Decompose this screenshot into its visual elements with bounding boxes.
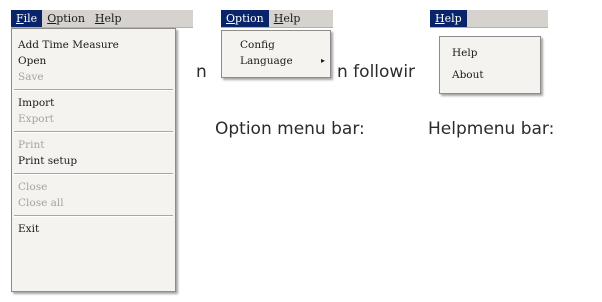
menu-item-config[interactable]: Config — [222, 37, 330, 53]
menu-item-add-time-measure[interactable]: Add Time Measure — [12, 37, 175, 53]
menu-separator — [14, 131, 173, 133]
menu-item-print-setup[interactable]: Print setup — [12, 153, 175, 169]
file-dropdown: Add Time Measure Open Save Import Export… — [11, 28, 176, 292]
help-menu-caption: Helpmenu bar: — [428, 119, 555, 139]
submenu-arrow-icon: ▸ — [320, 56, 325, 65]
menu-item-import[interactable]: Import — [12, 95, 175, 111]
menu-item-open[interactable]: Open — [12, 53, 175, 69]
menu-separator — [14, 215, 173, 217]
menu-item-help[interactable]: Help — [440, 45, 540, 61]
menubar-help[interactable]: Help — [430, 10, 467, 27]
menubar-help[interactable]: Help — [269, 10, 306, 27]
menu-separator — [14, 89, 173, 91]
menubar-help[interactable]: Help — [90, 10, 127, 27]
help-menubar: Help — [430, 10, 548, 28]
option-dropdown: Config Language ▸ — [221, 30, 331, 78]
file-menubar: File Option Help — [11, 10, 193, 28]
menu-item-exit[interactable]: Exit — [12, 221, 175, 237]
menubar-option[interactable]: Option — [42, 10, 90, 27]
option-menubar: Option Help — [221, 10, 333, 28]
bg-fragment-right: n followir — [337, 62, 416, 82]
menubar-option[interactable]: Option — [221, 10, 269, 27]
option-menu-caption: Option menu bar: — [215, 119, 365, 139]
menu-item-language[interactable]: Language ▸ — [222, 53, 330, 69]
menubar-file[interactable]: File — [11, 10, 43, 27]
menu-item-print: Print — [18, 139, 45, 151]
help-dropdown: Help About — [439, 36, 541, 94]
menu-item-about[interactable]: About — [440, 67, 540, 83]
menu-item-close: Close — [18, 181, 48, 193]
menu-separator — [14, 173, 173, 175]
menu-item-save: Save — [18, 71, 44, 83]
bg-fragment-left: n — [196, 62, 207, 82]
menu-item-export: Export — [18, 113, 54, 125]
menu-item-close-all: Close all — [18, 197, 64, 209]
